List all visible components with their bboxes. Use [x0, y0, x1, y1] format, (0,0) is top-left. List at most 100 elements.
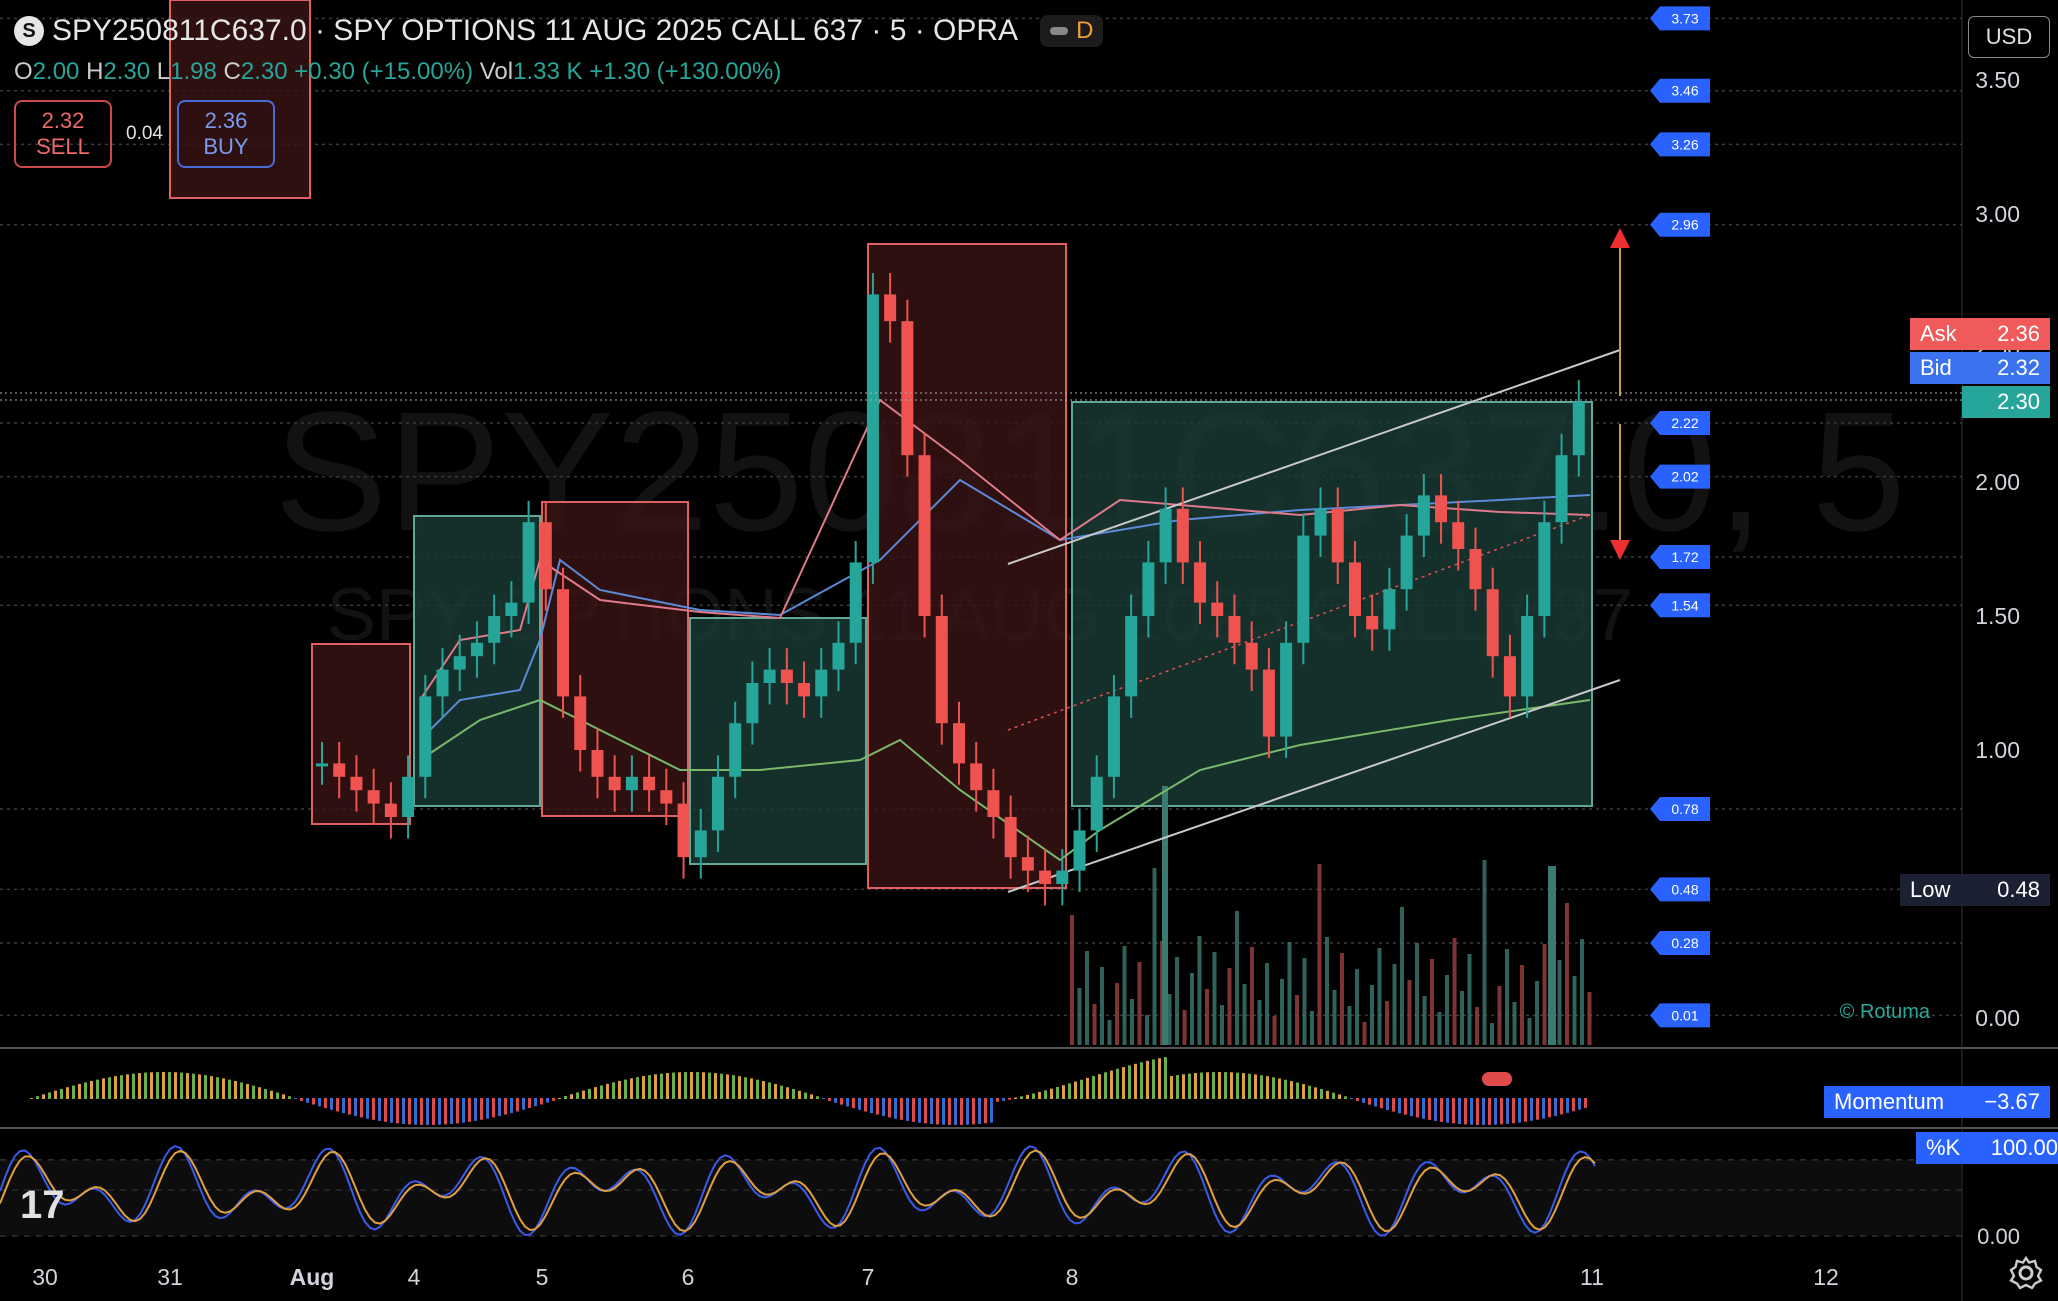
bid-price-label: Bid 2.32	[1910, 352, 2050, 384]
buy-price: 2.36	[204, 108, 248, 133]
momentum-bar	[324, 1098, 327, 1109]
momentum-bar	[978, 1098, 981, 1124]
momentum-bar	[312, 1098, 315, 1105]
chart-canvas[interactable]: SPY250811C637.0, 5SPY OPTIONS 11 AUG 202…	[0, 0, 2058, 1301]
momentum-bar	[1314, 1087, 1317, 1099]
momentum-bar	[972, 1098, 975, 1125]
momentum-bar	[444, 1098, 447, 1125]
momentum-bar	[858, 1098, 861, 1110]
momentum-bar	[822, 1098, 825, 1100]
momentum-label: Momentum −3.67	[1824, 1086, 2050, 1118]
momentum-bar	[1050, 1088, 1053, 1099]
momentum-bar	[1182, 1074, 1185, 1099]
candle-body	[1521, 616, 1534, 697]
candle-body	[1039, 870, 1052, 884]
momentum-bar	[846, 1098, 849, 1107]
symbol-title[interactable]: SPY250811C637.0 · SPY OPTIONS 11 AUG 202…	[52, 14, 1018, 48]
momentum-bar	[930, 1098, 933, 1124]
candle-body	[419, 696, 432, 777]
momentum-bar	[1212, 1072, 1215, 1099]
close-value: 2.30	[240, 58, 288, 85]
tradingview-logo-icon: 17	[20, 1183, 65, 1227]
momentum-bar	[330, 1098, 333, 1110]
momentum-bar	[120, 1075, 123, 1099]
volume-bar	[1497, 986, 1502, 1045]
candle-body	[1331, 508, 1344, 563]
supply-zone-box	[311, 643, 411, 825]
session-badge[interactable]: D	[1040, 15, 1104, 47]
low-value: 1.98	[170, 58, 217, 85]
volume-bar	[1355, 969, 1359, 1045]
momentum-bar	[954, 1098, 957, 1125]
momentum-bar	[1206, 1072, 1209, 1099]
ask-label-text: Ask	[1920, 321, 1957, 346]
buy-button[interactable]: 2.36 BUY	[176, 100, 275, 168]
momentum-bar	[756, 1079, 759, 1099]
candle-body	[918, 455, 931, 616]
candle-body	[1314, 508, 1327, 536]
momentum-bar	[624, 1079, 627, 1099]
candle-body	[1452, 522, 1465, 549]
momentum-bar	[108, 1077, 111, 1099]
momentum-bar	[1062, 1085, 1065, 1099]
momentum-bar	[1056, 1086, 1059, 1099]
sell-button[interactable]: 2.32 SELL	[14, 100, 112, 168]
candle-body	[1021, 857, 1034, 871]
candle-body	[1366, 616, 1379, 630]
momentum-bar	[762, 1081, 765, 1099]
candle-body	[505, 602, 518, 616]
candle-body	[1400, 535, 1413, 590]
volume-bar	[1512, 1002, 1517, 1045]
volume-bar	[1460, 991, 1464, 1045]
volume-bar	[1310, 1011, 1314, 1045]
symbol-header: S SPY250811C637.0 · SPY OPTIONS 11 AUG 2…	[14, 14, 1104, 48]
volume-bar	[1115, 983, 1119, 1045]
momentum-bar	[906, 1098, 909, 1121]
momentum-bar	[570, 1094, 573, 1099]
momentum-bar	[1464, 1098, 1467, 1125]
momentum-bar	[102, 1078, 105, 1099]
momentum-bar	[1296, 1082, 1299, 1099]
level-tag-label: 3.26	[1671, 136, 1698, 152]
momentum-bar	[642, 1076, 645, 1099]
momentum-bar	[72, 1085, 75, 1099]
candle-body	[1142, 562, 1155, 616]
momentum-bar	[1542, 1098, 1545, 1119]
momentum-bar	[1584, 1098, 1587, 1108]
currency-selector[interactable]: USD	[1968, 16, 2050, 58]
h-label: H	[86, 58, 104, 85]
candle-body	[1211, 602, 1224, 616]
momentum-bar	[576, 1092, 579, 1099]
volume-bar	[1452, 938, 1457, 1045]
volume-bar	[1162, 786, 1168, 1045]
momentum-bar	[1140, 1062, 1143, 1099]
volume-bar	[1535, 981, 1539, 1045]
momentum-bar	[162, 1072, 165, 1099]
gear-icon[interactable]	[2008, 1255, 2044, 1291]
momentum-bar	[1068, 1083, 1071, 1099]
momentum-bar	[1218, 1072, 1221, 1099]
momentum-bar	[1254, 1074, 1257, 1099]
momentum-bar	[1374, 1098, 1377, 1107]
momentum-bar	[630, 1078, 633, 1099]
momentum-bar	[840, 1098, 843, 1105]
momentum-bar	[1524, 1098, 1527, 1122]
momentum-bar	[534, 1098, 537, 1107]
momentum-bar	[864, 1098, 867, 1112]
volume-bar	[1250, 947, 1254, 1045]
momentum-bar	[414, 1098, 417, 1125]
time-axis-tick: 12	[1813, 1264, 1839, 1290]
candle-body	[1280, 642, 1293, 737]
volume-bar	[1197, 936, 1202, 1045]
momentum-bar	[1470, 1098, 1473, 1125]
o-label: O	[14, 58, 33, 85]
candle-body	[1004, 817, 1017, 858]
momentum-bar	[1074, 1081, 1077, 1099]
candle-body	[1073, 830, 1086, 871]
volume-bar	[1527, 1018, 1532, 1045]
momentum-bar	[1272, 1077, 1275, 1099]
candle-body	[1503, 656, 1516, 697]
momentum-bar	[672, 1072, 675, 1099]
momentum-bar	[1230, 1072, 1233, 1099]
momentum-bar	[612, 1082, 615, 1099]
